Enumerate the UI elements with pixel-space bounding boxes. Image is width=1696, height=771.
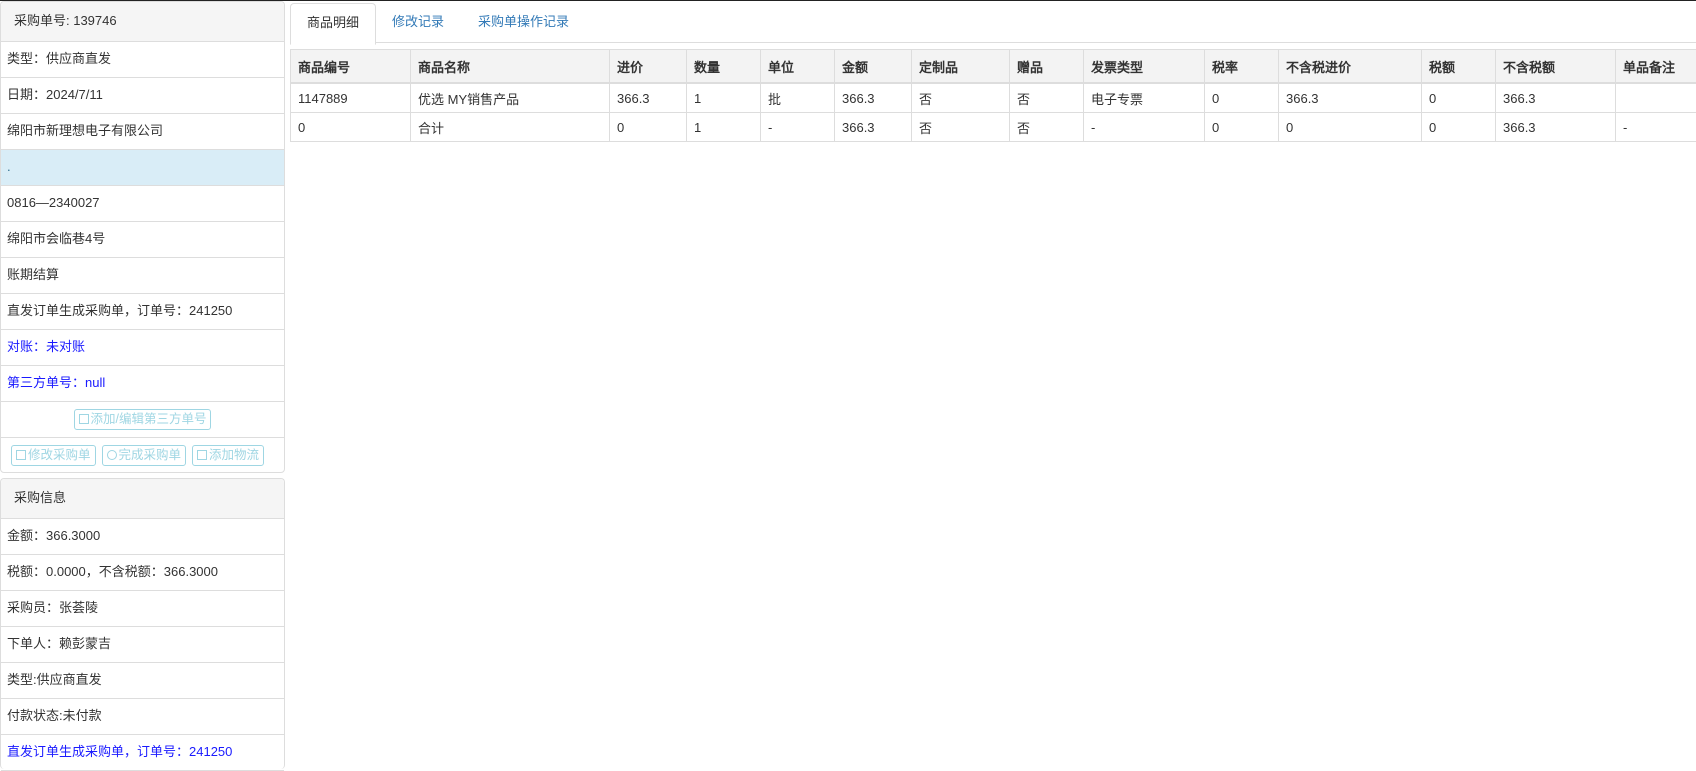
purchase-info-panel: 采购信息 金额：366.3000 税额：0.0000，不含税额：366.3000…	[0, 478, 285, 769]
cell: 366.3	[1496, 113, 1616, 142]
edit-icon	[79, 414, 89, 424]
cell: 0	[610, 113, 687, 142]
tab-modification-log[interactable]: 修改记录	[376, 3, 460, 42]
info-type: 类型:供应商直发	[1, 663, 284, 699]
complete-order-button[interactable]: 完成采购单	[102, 445, 187, 466]
highlighted-row: .	[1, 150, 284, 186]
third-party-number: 第三方单号：null	[1, 366, 284, 402]
col-unit: 单位	[761, 50, 835, 84]
supplier-address: 绵阳市会临巷4号	[1, 222, 284, 258]
cell: 366.3	[835, 83, 912, 113]
sidebar: 采购单号: 139746 类型：供应商直发 日期：2024/7/11 绵阳市新理…	[0, 1, 284, 760]
cell: 0	[1422, 113, 1496, 142]
info-source-order: 直发订单生成采购单，订单号：241250	[1, 735, 284, 771]
table-row: 1147889 优选 MY销售产品 366.3 1 批 366.3 否 否 电子…	[291, 83, 1696, 113]
order-type: 类型：供应商直发	[1, 42, 284, 78]
cell: -	[1616, 113, 1696, 142]
add-logistics-label: 添加物流	[209, 448, 259, 462]
col-product-code: 商品编号	[291, 50, 411, 84]
cell: -	[761, 113, 835, 142]
cell: 否	[912, 113, 1010, 142]
supplier-phone: 0816—2340027	[1, 186, 284, 222]
cell: 批	[761, 83, 835, 113]
cell: 366.3	[1496, 83, 1616, 113]
main-content: 商品明细 修改记录 采购单操作记录 商品编号 商品名称 进价 数量 单位 金额 …	[290, 1, 1696, 760]
cell: 否	[1010, 83, 1084, 113]
cell: 366.3	[835, 113, 912, 142]
col-product-name: 商品名称	[411, 50, 610, 84]
info-amount: 金额：366.3000	[1, 519, 284, 555]
cell: 366.3	[610, 83, 687, 113]
edit-icon	[197, 450, 207, 460]
col-tax-amount: 税额	[1422, 50, 1496, 84]
purchase-info-heading: 采购信息	[1, 479, 284, 519]
tab-operation-log[interactable]: 采购单操作记录	[462, 3, 585, 42]
col-tax-rate: 税率	[1205, 50, 1279, 84]
cell: 0	[1422, 83, 1496, 113]
col-quantity: 数量	[687, 50, 761, 84]
modify-order-label: 修改采购单	[28, 448, 91, 462]
reconciliation-status: 对账：未对账	[1, 330, 284, 366]
settlement-method: 账期结算	[1, 258, 284, 294]
cell: 电子专票	[1084, 83, 1205, 113]
supplier-name: 绵阳市新理想电子有限公司	[1, 114, 284, 150]
tab-bar: 商品明细 修改记录 采购单操作记录	[290, 1, 1696, 43]
edit-icon	[16, 450, 26, 460]
cell: 优选 MY销售产品	[411, 83, 610, 113]
cell: 0	[1205, 113, 1279, 142]
tab-product-details[interactable]: 商品明细	[290, 3, 376, 45]
info-orderer: 下单人：赖彭蒙吉	[1, 627, 284, 663]
col-purchase-price: 进价	[610, 50, 687, 84]
cell: 366.3	[1279, 83, 1422, 113]
source-order-note: 直发订单生成采购单，订单号：241250	[1, 294, 284, 330]
col-custom: 定制品	[912, 50, 1010, 84]
third-party-action-row: 添加/编辑第三方单号	[1, 402, 284, 438]
cell: 1	[687, 83, 761, 113]
info-buyer: 采购员：张荟陵	[1, 591, 284, 627]
table-header-row: 商品编号 商品名称 进价 数量 单位 金额 定制品 赠品 发票类型 税率 不含税…	[291, 50, 1696, 84]
cell: 0	[1205, 83, 1279, 113]
edit-third-party-button[interactable]: 添加/编辑第三方单号	[74, 409, 212, 430]
info-payment-status: 付款状态:未付款	[1, 699, 284, 735]
cell: 1147889	[291, 83, 411, 113]
cell: 合计	[411, 113, 610, 142]
check-circle-icon	[107, 450, 117, 460]
cell: -	[1084, 113, 1205, 142]
order-actions-row: 修改采购单 完成采购单 添加物流	[1, 438, 284, 473]
edit-third-party-label: 添加/编辑第三方单号	[91, 412, 207, 426]
col-amount-ex-tax: 不含税额	[1496, 50, 1616, 84]
add-logistics-button[interactable]: 添加物流	[192, 445, 264, 466]
info-tax: 税额：0.0000，不含税额：366.3000	[1, 555, 284, 591]
cell: 1	[687, 113, 761, 142]
col-item-note: 单品备注	[1616, 50, 1696, 84]
col-invoice-type: 发票类型	[1084, 50, 1205, 84]
table-total-row: 0 合计 0 1 - 366.3 否 否 - 0 0 0 366.3 -	[291, 113, 1696, 142]
product-table: 商品编号 商品名称 进价 数量 单位 金额 定制品 赠品 发票类型 税率 不含税…	[290, 49, 1696, 142]
col-amount: 金额	[835, 50, 912, 84]
col-gift: 赠品	[1010, 50, 1084, 84]
modify-order-button[interactable]: 修改采购单	[11, 445, 96, 466]
order-date: 日期：2024/7/11	[1, 78, 284, 114]
cell: 0	[1279, 113, 1422, 142]
cell: 0	[291, 113, 411, 142]
order-number-heading: 采购单号: 139746	[1, 2, 284, 42]
cell	[1616, 83, 1696, 113]
cell: 否	[912, 83, 1010, 113]
order-panel: 采购单号: 139746 类型：供应商直发 日期：2024/7/11 绵阳市新理…	[0, 1, 285, 473]
cell: 否	[1010, 113, 1084, 142]
col-price-ex-tax: 不含税进价	[1279, 50, 1422, 84]
complete-order-label: 完成采购单	[119, 448, 182, 462]
